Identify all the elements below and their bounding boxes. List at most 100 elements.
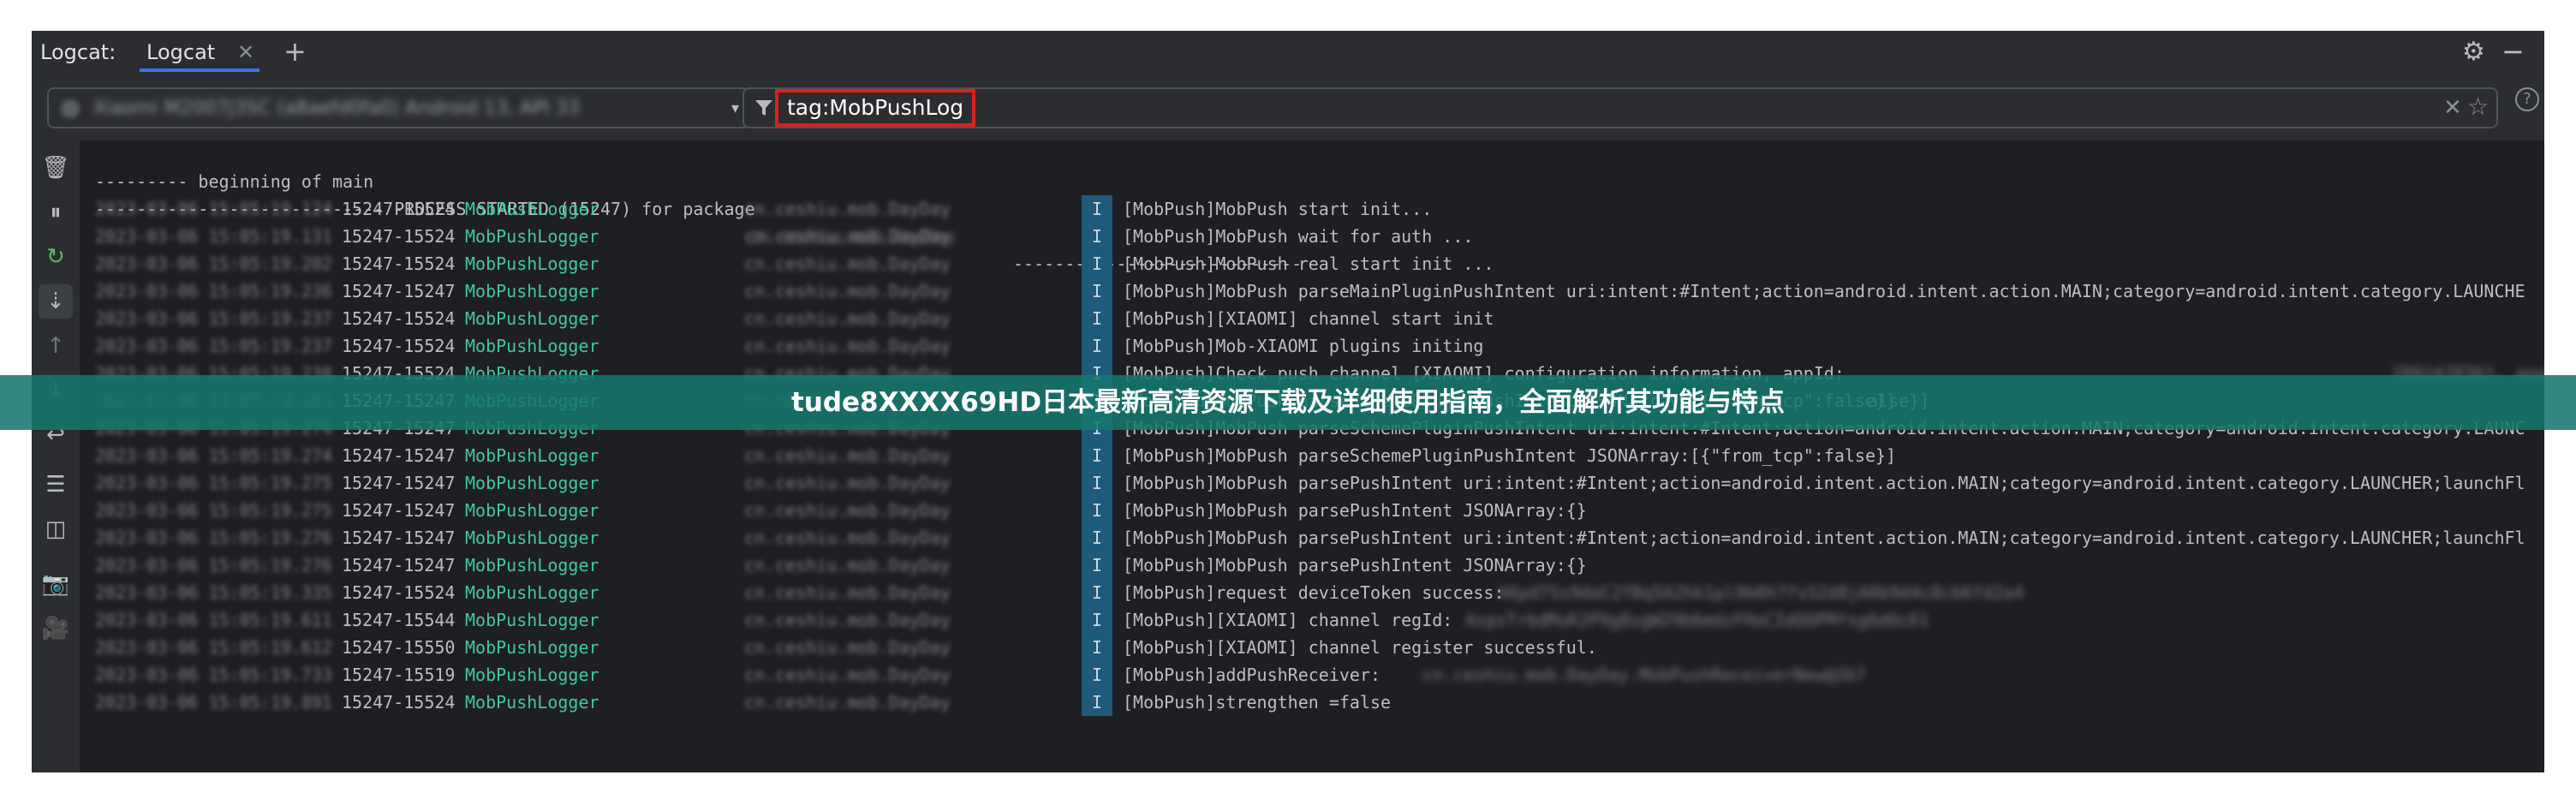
timestamp: 2023-03-06 15:05:19.237 bbox=[95, 336, 332, 356]
trash-icon[interactable]: 🗑 bbox=[39, 151, 73, 185]
log-message: [MobPush][XIAOMI] channel start init bbox=[1123, 308, 1494, 329]
device-status-icon bbox=[61, 99, 80, 118]
log-row: 2023-03-06 15:05:19.891 15247-15524 MobPus… bbox=[80, 689, 2544, 716]
log-tag: MobPushLogger bbox=[465, 555, 599, 575]
log-level: I bbox=[1082, 277, 1112, 305]
up-icon[interactable]: ↑ bbox=[39, 329, 73, 363]
log-message: [MobPush]MobPush real start init ... bbox=[1123, 253, 1494, 274]
timestamp: 2023-03-06 15:05:19.891 bbox=[95, 692, 332, 713]
help-icon[interactable]: ? bbox=[2515, 87, 2539, 111]
log-row: 2023-03-06 15:05:19.275 15247-15247 MobPus… bbox=[80, 469, 2544, 497]
log-header-line: ---------------------------- PROCESS STA… bbox=[80, 168, 2544, 274]
timestamp: 2023-03-06 15:05:19.236 bbox=[95, 281, 332, 301]
process-id: 15247-15544 bbox=[342, 610, 456, 630]
log-row: 2023-03-06 15:05:19.237 15247-15524 MobPus… bbox=[80, 305, 2544, 332]
process-id: 15247-15550 bbox=[342, 637, 456, 658]
add-tab-icon[interactable]: + bbox=[283, 34, 307, 69]
package-name: cn.ceshiu.mob.DayDay bbox=[744, 665, 951, 685]
split-view-icon[interactable]: ◫ bbox=[39, 512, 73, 546]
timestamp: 2023-03-06 15:05:19.275 bbox=[95, 473, 332, 493]
tab-label: Logcat bbox=[146, 40, 216, 64]
restart-icon[interactable]: ↻ bbox=[39, 240, 73, 274]
process-id: 15247-15524 bbox=[342, 582, 456, 603]
timestamp: 2023-03-06 15:05:19.611 bbox=[95, 610, 332, 630]
filter-settings-icon[interactable]: ☰ bbox=[39, 468, 73, 502]
log-row: 2023-03-06 15:05:19.611 15247-15544 MobPus… bbox=[80, 606, 2544, 634]
package-name: cn.ceshiu.mob.DayDay bbox=[744, 500, 951, 521]
package-name: cn.ceshiu.mob.DayDay bbox=[744, 226, 951, 247]
log-level: I bbox=[1082, 634, 1112, 661]
package-name: cn.ceshiu.mob.DayDay bbox=[744, 473, 951, 493]
process-id: 15247-15524 bbox=[342, 199, 456, 219]
log-level: I bbox=[1082, 497, 1112, 524]
log-row: 2023-03-06 15:05:19.275 15247-15247 MobPus… bbox=[80, 497, 2544, 524]
process-id: 15247-15524 bbox=[342, 336, 456, 356]
log-view[interactable]: --------- beginning of main ------------… bbox=[80, 140, 2544, 772]
package-name: cn.ceshiu.mob.DayDay bbox=[744, 253, 951, 274]
gear-icon[interactable]: ⚙ bbox=[2462, 38, 2485, 67]
log-row: 2023-03-06 15:05:19.131 15247-15524 MobPus… bbox=[80, 223, 2544, 250]
log-message: [MobPush]MobPush wait for auth ... bbox=[1123, 226, 1474, 247]
filter-input[interactable]: tag:MobPushLog ✕ ☆ bbox=[742, 87, 2498, 128]
log-level: I bbox=[1082, 469, 1112, 497]
log-message: [MobPush][XIAOMI] channel regId: bbox=[1123, 610, 1453, 630]
log-row: 2023-03-06 15:05:19.124 15247-15524 MobPus… bbox=[80, 195, 2544, 223]
package-name: cn.ceshiu.mob.DayDay bbox=[744, 692, 951, 713]
logcat-toolbar: Xiaomi M2007J3SC (a8aefd0fa0) Android 13… bbox=[32, 74, 2544, 141]
active-tab-indicator bbox=[140, 69, 259, 72]
log-level: I bbox=[1082, 195, 1112, 223]
log-message: [MobPush]MobPush parseSchemePluginPushIn… bbox=[1123, 445, 1897, 466]
log-level: I bbox=[1082, 689, 1112, 716]
log-tag: MobPushLogger bbox=[465, 692, 599, 713]
log-tag: MobPushLogger bbox=[465, 336, 599, 356]
timestamp: 2023-03-06 15:05:19.131 bbox=[95, 226, 332, 247]
timestamp: 2023-03-06 15:05:19.276 bbox=[95, 528, 332, 548]
minimize-icon[interactable]: − bbox=[2501, 34, 2525, 69]
device-selector[interactable]: Xiaomi M2007J3SC (a8aefd0fa0) Android 13… bbox=[47, 87, 749, 128]
package-name: cn.ceshiu.mob.DayDay bbox=[744, 308, 951, 329]
log-row: 2023-03-06 15:05:19.612 15247-15550 MobPus… bbox=[80, 634, 2544, 661]
package-name: cn.ceshiu.mob.DayDay bbox=[744, 336, 951, 356]
log-row: 2023-03-06 15:05:19.236 15247-15247 MobPus… bbox=[80, 277, 2544, 305]
caption-banner: tude8XXXX69HD日本最新高清资源下载及详细使用指南，全面解析其功能与特… bbox=[0, 375, 2576, 430]
clear-icon[interactable]: ✕ bbox=[2443, 94, 2462, 122]
package-name: cn.ceshiu.mob.DayDay bbox=[744, 582, 951, 603]
log-message: [MobPush]MobPush parsePushIntent JSONArr… bbox=[1123, 500, 1587, 521]
timestamp: 2023-03-06 15:05:19.124 bbox=[95, 199, 332, 219]
favorite-filter-icon[interactable]: ☆ bbox=[2467, 92, 2489, 122]
package-name: cn.ceshiu.mob.DayDay bbox=[744, 637, 951, 658]
process-id: 15247-15247 bbox=[342, 281, 456, 301]
log-tag: MobPushLogger bbox=[465, 473, 599, 493]
log-message: [MobPush]MobPush start init... bbox=[1123, 199, 1433, 219]
log-row: 2023-03-06 15:05:19.237 15247-15524 MobPus… bbox=[80, 332, 2544, 360]
process-id: 15247-15519 bbox=[342, 665, 456, 685]
logcat-side-toolbar: 🗑 ⏸ ↻ ⇣ ↑ ↓ ↩ ☰ ◫ 📷 🎥 bbox=[32, 140, 80, 772]
screenshot-icon[interactable]: 📷 bbox=[39, 567, 73, 601]
log-row: 2023-03-06 15:05:19.335 15247-15524 MobPus… bbox=[80, 579, 2544, 606]
screen-record-icon[interactable]: 🎥 bbox=[39, 611, 73, 646]
chevron-down-icon: ▾ bbox=[730, 99, 739, 117]
log-tag: MobPushLogger bbox=[465, 582, 599, 603]
timestamp: 2023-03-06 15:05:19.612 bbox=[95, 637, 332, 658]
pause-icon[interactable]: ⏸ bbox=[39, 195, 73, 230]
package-name: cn.ceshiu.mob.DayDay bbox=[744, 555, 951, 575]
log-message: [MobPush]MobPush parsePushIntent JSONArr… bbox=[1123, 555, 1587, 575]
log-message: [MobPush][XIAOMI] channel register succe… bbox=[1123, 637, 1597, 658]
timestamp: 2023-03-06 15:05:19.335 bbox=[95, 582, 332, 603]
log-message: [MobPush]MobPush parsePushIntent uri:int… bbox=[1123, 473, 2525, 493]
close-icon[interactable]: ✕ bbox=[237, 38, 254, 67]
log-message: [MobPush]MobPush parsePushIntent uri:int… bbox=[1123, 528, 2525, 548]
timestamp: 2023-03-06 15:05:19.202 bbox=[95, 253, 332, 274]
scroll-to-end-icon[interactable]: ⇣ bbox=[39, 284, 73, 319]
log-tag: MobPushLogger bbox=[465, 199, 599, 219]
filter-icon bbox=[755, 100, 772, 116]
process-id: 15247-15247 bbox=[342, 528, 456, 548]
process-id: 15247-15524 bbox=[342, 692, 456, 713]
log-tag: MobPushLogger bbox=[465, 445, 599, 466]
filter-query-highlight[interactable]: tag:MobPushLog bbox=[775, 89, 976, 127]
timestamp: 2023-03-06 15:05:19.275 bbox=[95, 500, 332, 521]
log-level: I bbox=[1082, 250, 1112, 277]
log-level: I bbox=[1082, 332, 1112, 360]
process-id: 15247-15247 bbox=[342, 445, 456, 466]
log-message: [MobPush]MobPush parseMainPluginPushInte… bbox=[1123, 281, 2525, 301]
